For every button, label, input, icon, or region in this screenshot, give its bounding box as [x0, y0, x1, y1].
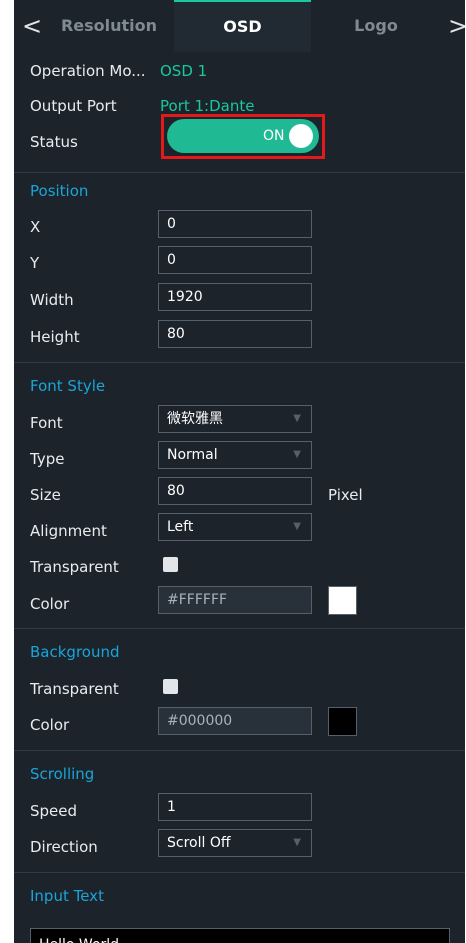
scrolling-section-title: Scrolling	[30, 765, 95, 783]
background-transparent-checkbox[interactable]	[163, 679, 178, 694]
font-select[interactable]: 微软雅黑 ▼	[158, 405, 312, 433]
x-label: X	[30, 218, 41, 236]
font-label: Font	[30, 414, 63, 432]
font-color-label: Color	[30, 595, 70, 613]
height-input[interactable]: 80	[158, 320, 312, 348]
speed-label: Speed	[30, 802, 78, 820]
input-text-section-title: Input Text	[30, 887, 104, 905]
size-unit-label: Pixel	[328, 486, 363, 504]
divider	[14, 750, 465, 751]
alignment-label: Alignment	[30, 522, 107, 540]
type-label: Type	[30, 450, 65, 468]
speed-input[interactable]: 1	[158, 793, 312, 821]
background-transparent-label: Transparent	[30, 680, 119, 698]
caret-down-icon: ▼	[293, 837, 301, 848]
width-input[interactable]: 1920	[158, 283, 312, 311]
output-port-label: Output Port	[30, 97, 117, 115]
font-transparent-checkbox[interactable]	[163, 557, 178, 572]
size-label: Size	[30, 486, 61, 504]
x-input[interactable]: 0	[158, 210, 312, 238]
chevron-left-icon[interactable]: <	[22, 0, 42, 52]
status-label: Status	[30, 133, 78, 151]
type-select[interactable]: Normal ▼	[158, 441, 312, 469]
font-color-input[interactable]: #FFFFFF	[158, 586, 312, 614]
y-label: Y	[30, 254, 40, 272]
toggle-knob	[289, 124, 313, 148]
alignment-select[interactable]: Left ▼	[158, 513, 312, 541]
font-style-section-title: Font Style	[30, 377, 106, 395]
background-color-label: Color	[30, 716, 70, 734]
direction-label: Direction	[30, 838, 98, 856]
tab-logo[interactable]: Logo	[311, 0, 441, 52]
divider	[14, 172, 465, 173]
font-select-value: 微软雅黑	[167, 411, 223, 427]
direction-select-value: Scroll Off	[167, 835, 231, 851]
type-select-value: Normal	[167, 447, 218, 463]
caret-down-icon: ▼	[293, 449, 301, 460]
status-toggle[interactable]: ON	[167, 119, 319, 153]
width-label: Width	[30, 291, 74, 309]
alignment-select-value: Left	[167, 519, 194, 535]
osd-settings-panel: < Resolution OSD Logo > Operation Mo... …	[14, 0, 465, 943]
tab-resolution[interactable]: Resolution	[44, 0, 174, 52]
input-text-area[interactable]: Hello World	[30, 928, 450, 943]
background-section-title: Background	[30, 643, 120, 661]
divider	[14, 628, 465, 629]
y-input[interactable]: 0	[158, 246, 312, 274]
direction-select[interactable]: Scroll Off ▼	[158, 829, 312, 857]
caret-down-icon: ▼	[293, 413, 301, 424]
font-color-swatch[interactable]	[328, 586, 357, 615]
operation-mode-label: Operation Mo...	[30, 62, 146, 80]
caret-down-icon: ▼	[293, 521, 301, 532]
background-color-swatch[interactable]	[328, 707, 357, 736]
font-transparent-label: Transparent	[30, 558, 119, 576]
operation-mode-value[interactable]: OSD 1	[160, 62, 207, 80]
tab-bar: < Resolution OSD Logo >	[14, 0, 465, 52]
divider	[14, 362, 465, 363]
size-input[interactable]: 80	[158, 477, 312, 505]
tab-osd[interactable]: OSD	[174, 0, 311, 52]
status-toggle-text: ON	[263, 128, 285, 144]
height-label: Height	[30, 328, 80, 346]
divider	[14, 872, 465, 873]
position-section-title: Position	[30, 182, 89, 200]
output-port-value[interactable]: Port 1:Dante	[160, 97, 254, 115]
chevron-right-icon[interactable]: >	[448, 0, 465, 52]
background-color-input[interactable]: #000000	[158, 707, 312, 735]
